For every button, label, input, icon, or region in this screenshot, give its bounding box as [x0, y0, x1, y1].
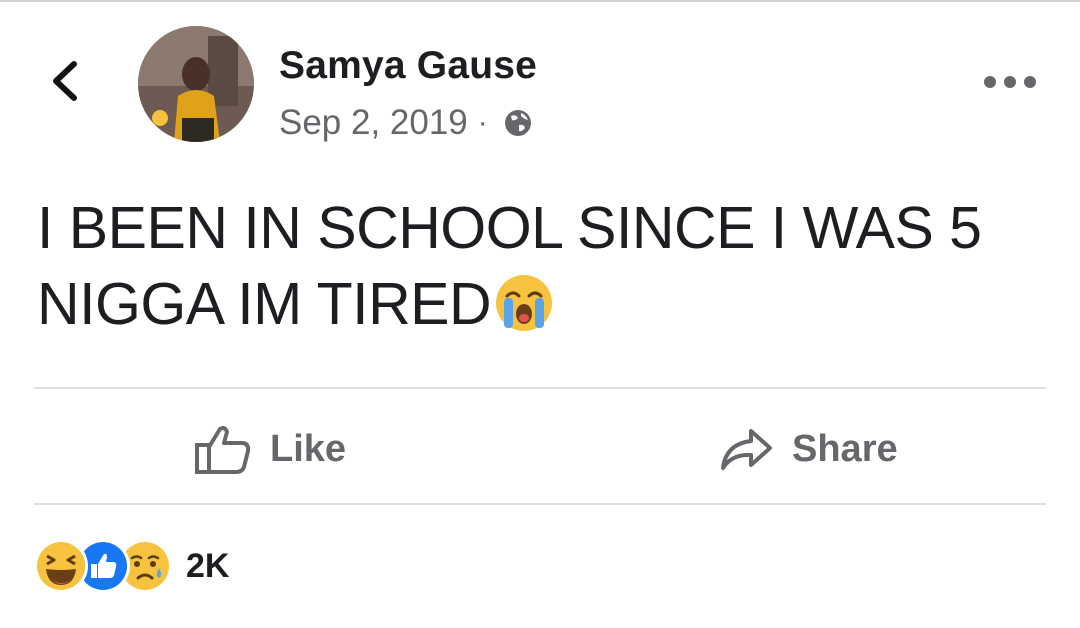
divider-bottom — [34, 503, 1046, 505]
post-text-line-2-text: NIGGA IM TIRED — [37, 271, 492, 337]
back-button[interactable] — [42, 58, 88, 104]
profile-photo — [138, 26, 254, 142]
loudly-crying-face-icon — [496, 275, 553, 331]
top-border — [0, 0, 1080, 2]
more-options-button[interactable] — [978, 62, 1042, 102]
chevron-left-icon — [53, 61, 77, 101]
post-text: I BEEN IN SCHOOL SINCE I WAS 5 NIGGA IM … — [37, 190, 1057, 342]
haha-reaction-icon — [34, 539, 88, 593]
globe-icon — [502, 107, 534, 139]
reactions-summary[interactable]: 2K — [34, 539, 229, 593]
thumbs-up-icon — [194, 423, 252, 475]
avatar[interactable] — [138, 26, 254, 142]
like-label: Like — [270, 427, 347, 470]
post-text-line-2: NIGGA IM TIRED — [37, 266, 1057, 342]
post-date[interactable]: Sep 2, 2019 — [279, 103, 468, 143]
meta-separator: · — [477, 106, 488, 139]
more-icon — [984, 76, 1036, 88]
share-button[interactable]: Share — [718, 418, 898, 480]
share-arrow-icon — [718, 426, 774, 472]
reaction-count[interactable]: 2K — [186, 547, 229, 586]
divider-top — [34, 387, 1046, 389]
post-text-line-1: I BEEN IN SCHOOL SINCE I WAS 5 — [37, 195, 982, 261]
post-meta: Sep 2, 2019 · — [279, 101, 534, 145]
like-button[interactable]: Like — [194, 418, 346, 480]
author-name[interactable]: Samya Gause — [279, 44, 537, 88]
share-label: Share — [792, 427, 898, 470]
